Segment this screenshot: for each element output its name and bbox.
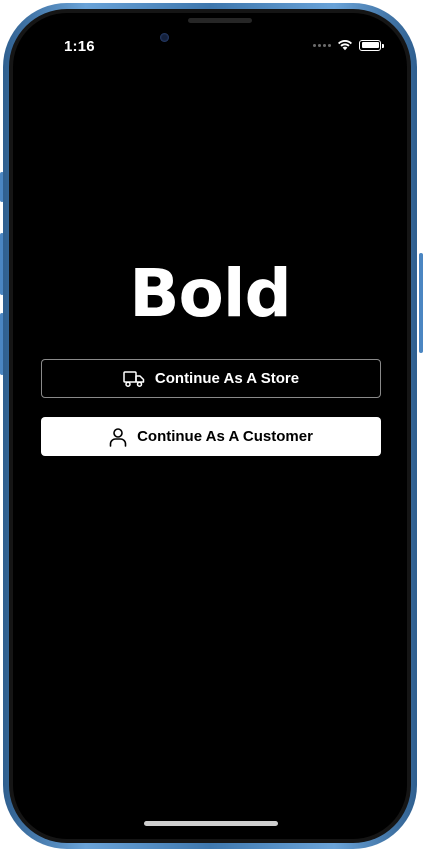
- device-frame: 1:16 Bold Continue As A Store Continue A…: [3, 3, 417, 849]
- status-time: 1:16: [64, 38, 95, 55]
- continue-as-customer-label: Continue As A Customer: [137, 428, 313, 445]
- home-indicator[interactable]: [144, 821, 278, 826]
- phone-device: 1:16 Bold Continue As A Store Continue A…: [0, 0, 423, 852]
- app-screen: 1:16 Bold Continue As A Store Continue A…: [13, 13, 407, 839]
- front-camera: [160, 33, 169, 42]
- earpiece-speaker: [188, 18, 252, 23]
- signal-dots-icon: [313, 43, 331, 47]
- status-icons: [313, 39, 384, 51]
- wifi-icon: [338, 40, 352, 51]
- power-button: [419, 253, 423, 353]
- truck-icon: [123, 370, 145, 388]
- user-icon: [109, 427, 127, 447]
- battery-icon: [359, 39, 384, 51]
- continue-as-customer-button[interactable]: Continue As A Customer: [41, 417, 381, 456]
- app-title: Bold: [129, 255, 292, 332]
- continue-as-store-label: Continue As A Store: [154, 370, 300, 387]
- continue-as-store-button[interactable]: Continue As A Store: [41, 359, 381, 398]
- device-bezel: 1:16 Bold Continue As A Store Continue A…: [9, 9, 411, 843]
